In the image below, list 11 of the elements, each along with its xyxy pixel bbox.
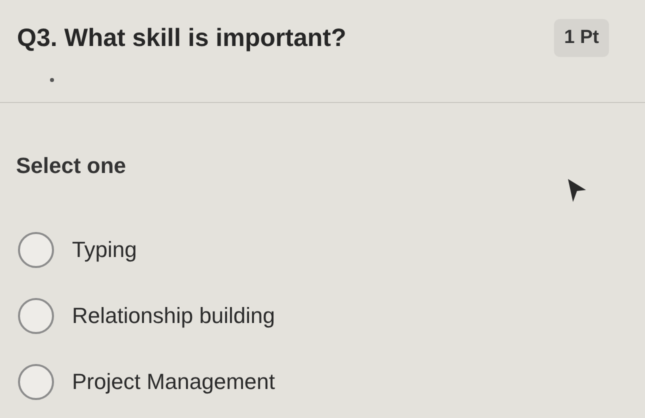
radio-button[interactable] xyxy=(18,364,54,400)
points-badge: 1 Pt xyxy=(554,19,609,57)
question-title: Q3. What skill is important? xyxy=(17,24,346,52)
radio-button[interactable] xyxy=(18,232,54,268)
option-label: Relationship building xyxy=(72,303,276,329)
radio-button[interactable] xyxy=(18,298,54,334)
option-label: Typing xyxy=(72,237,137,263)
option-label: Project Management xyxy=(72,369,275,395)
dot-icon xyxy=(50,78,54,82)
cursor-icon xyxy=(567,178,587,204)
select-prompt: Select one xyxy=(16,153,126,179)
